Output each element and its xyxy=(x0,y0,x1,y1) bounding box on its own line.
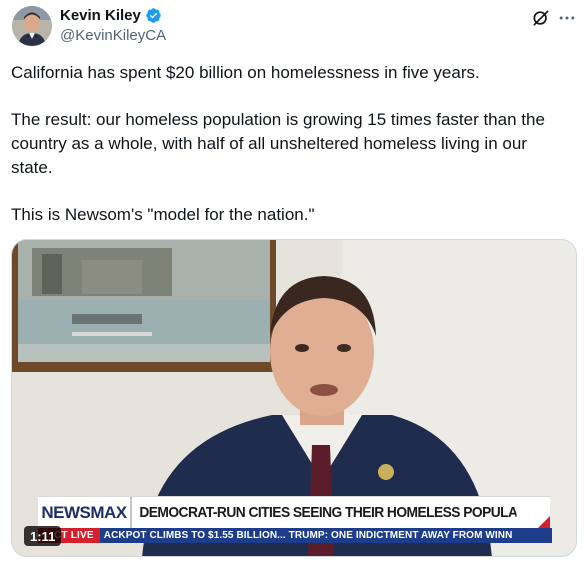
tweet-text: California has spent $20 billion on home… xyxy=(11,61,573,227)
ticker-text: ACKPOT CLIMBS TO $1.55 BILLION... TRUMP:… xyxy=(103,530,513,541)
tweet-paragraph: This is Newsom's "model for the nation." xyxy=(11,205,315,224)
more-icon[interactable] xyxy=(557,8,577,28)
banner-accent xyxy=(538,516,550,528)
broadcast-headline: DEMOCRAT-RUN CITIES SEEING THEIR HOMELES… xyxy=(139,504,517,521)
video-player[interactable]: NEWSMAX DEMOCRAT-RUN CITIES SEEING THEIR… xyxy=(11,239,577,557)
avatar[interactable] xyxy=(12,6,52,46)
author-name-row: Kevin Kiley xyxy=(60,7,162,24)
verified-badge-icon xyxy=(146,8,161,23)
grok-icon[interactable] xyxy=(531,8,551,28)
tweet-paragraph: The result: our homeless population is g… xyxy=(11,110,545,177)
network-logo: NEWSMAX xyxy=(38,496,132,529)
tweet-paragraph: California has spent $20 billion on home… xyxy=(11,63,480,82)
lower-third-banner: NEWSMAX DEMOCRAT-RUN CITIES SEEING THEIR… xyxy=(38,496,550,529)
news-ticker: CT LIVE ACKPOT CLIMBS TO $1.55 BILLION..… xyxy=(38,528,552,543)
author-handle[interactable]: @KevinKileyCA xyxy=(60,27,166,44)
display-name[interactable]: Kevin Kiley xyxy=(60,7,141,24)
video-duration: 1:11 xyxy=(24,526,62,546)
